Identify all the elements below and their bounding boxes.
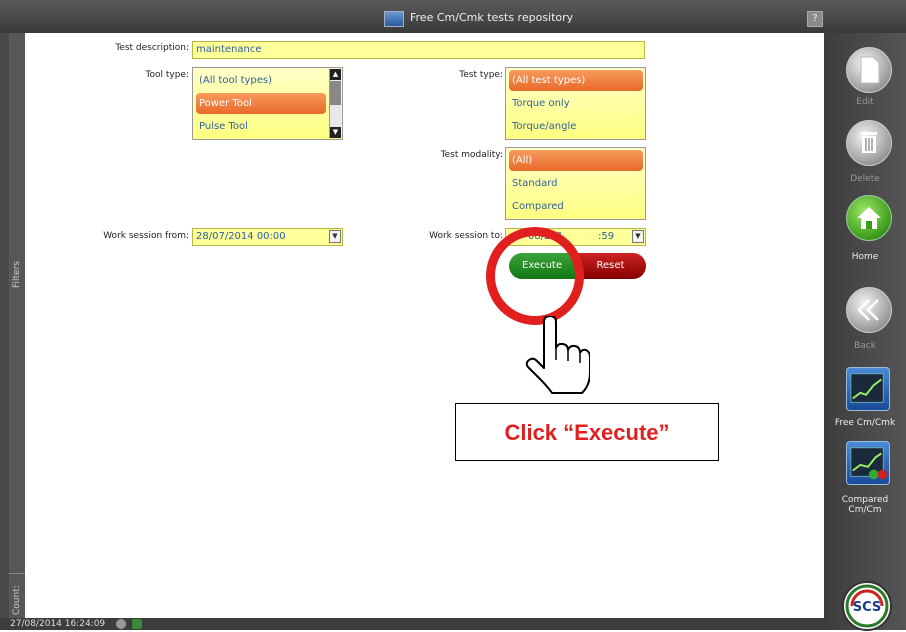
svg-text:SCS: SCS: [853, 600, 882, 615]
list-item-standard[interactable]: Standard: [509, 173, 643, 194]
test-description-label: Test description:: [115, 43, 189, 53]
scroll-down-icon[interactable]: ▼: [330, 127, 341, 138]
edit-label: Edit: [856, 97, 874, 107]
compared-cm-label: Compared Cm/Cm: [841, 495, 889, 515]
left-edge: [0, 33, 9, 618]
test-type-list[interactable]: (All test types) Torque only Torque/angl…: [505, 67, 646, 140]
network-icon: [132, 619, 142, 629]
scroll-up-icon[interactable]: ▲: [330, 69, 341, 80]
home-label: Home: [851, 252, 879, 262]
tool-type-label: Tool type:: [145, 70, 189, 80]
home-icon: [857, 207, 881, 229]
back-button[interactable]: [846, 287, 892, 333]
reset-button[interactable]: Reset: [575, 253, 646, 279]
list-item-power-tool[interactable]: Power Tool: [196, 93, 326, 114]
user-icon: [116, 619, 126, 629]
compare-chart-icon: [850, 447, 888, 480]
filter-panel: Test description: maintenance Tool type:…: [25, 33, 824, 618]
trash-icon: [861, 132, 877, 153]
list-item-pulse-tool[interactable]: Pulse Tool: [196, 116, 326, 137]
window-title: Free Cm/Cmk tests repository: [410, 11, 574, 24]
chart-icon: [850, 373, 884, 403]
test-description-input[interactable]: maintenance: [192, 41, 645, 59]
help-button[interactable]: ?: [807, 11, 823, 27]
status-bar: 27/08/2014 16:24:09: [0, 618, 824, 630]
list-item-torque-only[interactable]: Torque only: [509, 93, 643, 114]
filters-tab-label[interactable]: Filters: [12, 261, 22, 288]
free-cm-label: Free Cm/Cmk: [834, 418, 896, 428]
work-session-from-combo[interactable]: 28/07/2014 00:00 ▼: [192, 228, 343, 246]
work-session-from-value: 28/07/2014 00:00: [196, 231, 286, 242]
compared-cm-button[interactable]: [846, 441, 890, 485]
list-item-compared[interactable]: Compared: [509, 196, 643, 217]
list-item-all-test-types[interactable]: (All test types): [509, 70, 643, 91]
scroll-thumb[interactable]: [330, 81, 341, 105]
app-icon: [384, 11, 404, 27]
title-bar: Free Cm/Cmk tests repository ?: [0, 0, 906, 33]
list-item-torque-angle[interactable]: Torque/angle: [509, 116, 643, 137]
instruction-callout: Click “Execute”: [455, 403, 719, 461]
pointing-hand-icon: [525, 316, 590, 394]
delete-button[interactable]: [846, 120, 892, 166]
work-session-from-label: Work session from:: [103, 231, 189, 241]
home-button[interactable]: [846, 195, 892, 241]
left-divider: [9, 573, 25, 574]
scs-logo-icon: SCS: [845, 584, 889, 628]
callout-text: Click “Execute”: [504, 420, 670, 445]
free-cm-button[interactable]: [846, 367, 890, 411]
back-label: Back: [854, 341, 876, 351]
highlight-circle: [486, 227, 584, 325]
test-type-label: Test type:: [459, 70, 503, 80]
scs-logo: SCS: [842, 581, 892, 631]
list-item-all-tool-types[interactable]: (All tool types): [196, 70, 326, 91]
edit-button[interactable]: [846, 47, 892, 93]
count-label: Count:: [12, 585, 22, 615]
double-chevron-left-icon: [857, 299, 879, 321]
right-toolbar: Edit Delete Home Back Free Cm/Cmk Compar…: [824, 33, 906, 631]
work-session-to-value-b: :59: [598, 231, 615, 242]
work-session-to-label: Work session to:: [429, 231, 503, 241]
status-timestamp: 27/08/2014 16:24:09: [10, 619, 106, 629]
test-modality-list[interactable]: (All) Standard Compared: [505, 147, 646, 220]
document-icon: [860, 56, 880, 84]
chevron-down-icon[interactable]: ▼: [329, 230, 341, 243]
list-item-all-modalities[interactable]: (All): [509, 150, 643, 171]
tool-type-list[interactable]: (All tool types) Power Tool Pulse Tool ▲…: [192, 67, 343, 140]
delete-label: Delete: [850, 174, 880, 184]
chevron-down-icon[interactable]: ▼: [632, 230, 644, 243]
tool-type-scrollbar[interactable]: ▲ ▼: [329, 69, 341, 138]
test-modality-label: Test modality:: [440, 150, 503, 160]
filters-collapse-bar[interactable]: Filters Count:: [9, 33, 25, 618]
